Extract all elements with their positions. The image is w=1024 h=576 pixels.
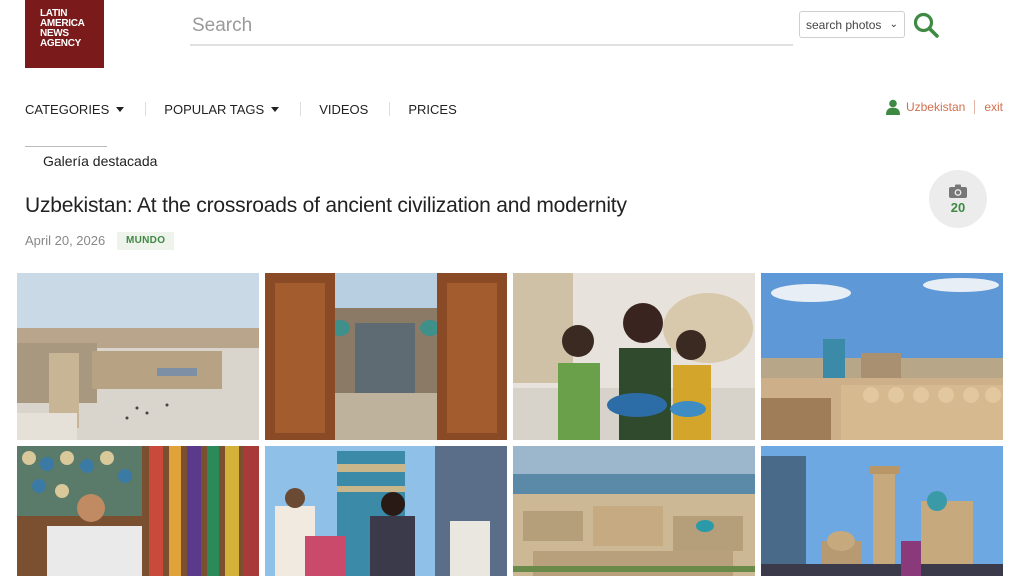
caret-down-icon — [116, 106, 125, 112]
nav-label: POPULAR TAGS — [164, 101, 265, 117]
ceramics-shop-image — [17, 446, 259, 576]
khiva-skyline-image — [761, 273, 1003, 440]
nav-prices[interactable]: PRICES — [408, 102, 456, 117]
photo-thumbnail[interactable] — [761, 273, 1003, 440]
logo-line: AGENCY — [40, 38, 81, 49]
fortress-square-image — [17, 273, 259, 440]
nav-popular-tags[interactable]: POPULAR TAGS — [164, 101, 280, 117]
search-input[interactable] — [190, 8, 793, 46]
account-link[interactable]: Uzbekistan — [906, 100, 965, 114]
chevron-down-icon: ⌄ — [889, 19, 898, 30]
girls-with-plate-image — [513, 273, 755, 440]
photo-thumbnail[interactable] — [513, 446, 755, 576]
nav-divider — [389, 102, 391, 116]
photo-thumbnail[interactable] — [513, 273, 755, 440]
photo-count: 20 — [950, 199, 966, 215]
search-type-value: search photos — [806, 17, 882, 32]
nav-videos[interactable]: VIDEOS — [319, 102, 368, 117]
section-title: Galería destacada — [43, 153, 158, 169]
photo-count-badge: 20 — [929, 170, 987, 228]
logout-link[interactable]: exit — [984, 100, 1003, 114]
nav-label: VIDEOS — [319, 101, 369, 117]
search-type-select[interactable]: search photos ⌄ — [799, 11, 905, 38]
minaret-dancers-image — [265, 446, 507, 576]
photo-thumbnail[interactable] — [17, 446, 259, 576]
photo-thumbnail[interactable] — [761, 446, 1003, 576]
caret-down-icon — [271, 106, 280, 112]
category-tag[interactable]: MUNDO — [117, 232, 175, 250]
nav-divider — [145, 102, 147, 116]
site-logo[interactable]: LATIN AMERICA NEWS AGENCY — [25, 0, 104, 68]
photo-thumbnail[interactable] — [17, 273, 259, 440]
kalyan-minaret-image — [761, 446, 1003, 576]
user-menu: Uzbekistan exit — [885, 99, 1003, 115]
main-nav: CATEGORIES POPULAR TAGS VIDEOS PRICES — [25, 101, 457, 117]
nav-label: CATEGORIES — [25, 101, 110, 117]
user-divider — [974, 100, 976, 114]
nav-divider — [300, 102, 302, 116]
nav-label: PRICES — [408, 101, 457, 117]
search-icon — [913, 12, 939, 38]
madrasa-doorway-image — [265, 273, 507, 440]
user-icon — [885, 99, 900, 115]
gallery-date: April 20, 2026 — [25, 233, 106, 248]
aerial-city-image — [513, 446, 755, 576]
search-button[interactable] — [912, 11, 940, 39]
photo-thumbnail[interactable] — [265, 273, 507, 440]
section-divider — [25, 146, 107, 147]
photo-thumbnail[interactable] — [265, 446, 507, 576]
gallery-title: Uzbekistan: At the crossroads of ancient… — [25, 194, 627, 217]
camera-icon — [949, 184, 967, 198]
nav-categories[interactable]: CATEGORIES — [25, 101, 125, 117]
